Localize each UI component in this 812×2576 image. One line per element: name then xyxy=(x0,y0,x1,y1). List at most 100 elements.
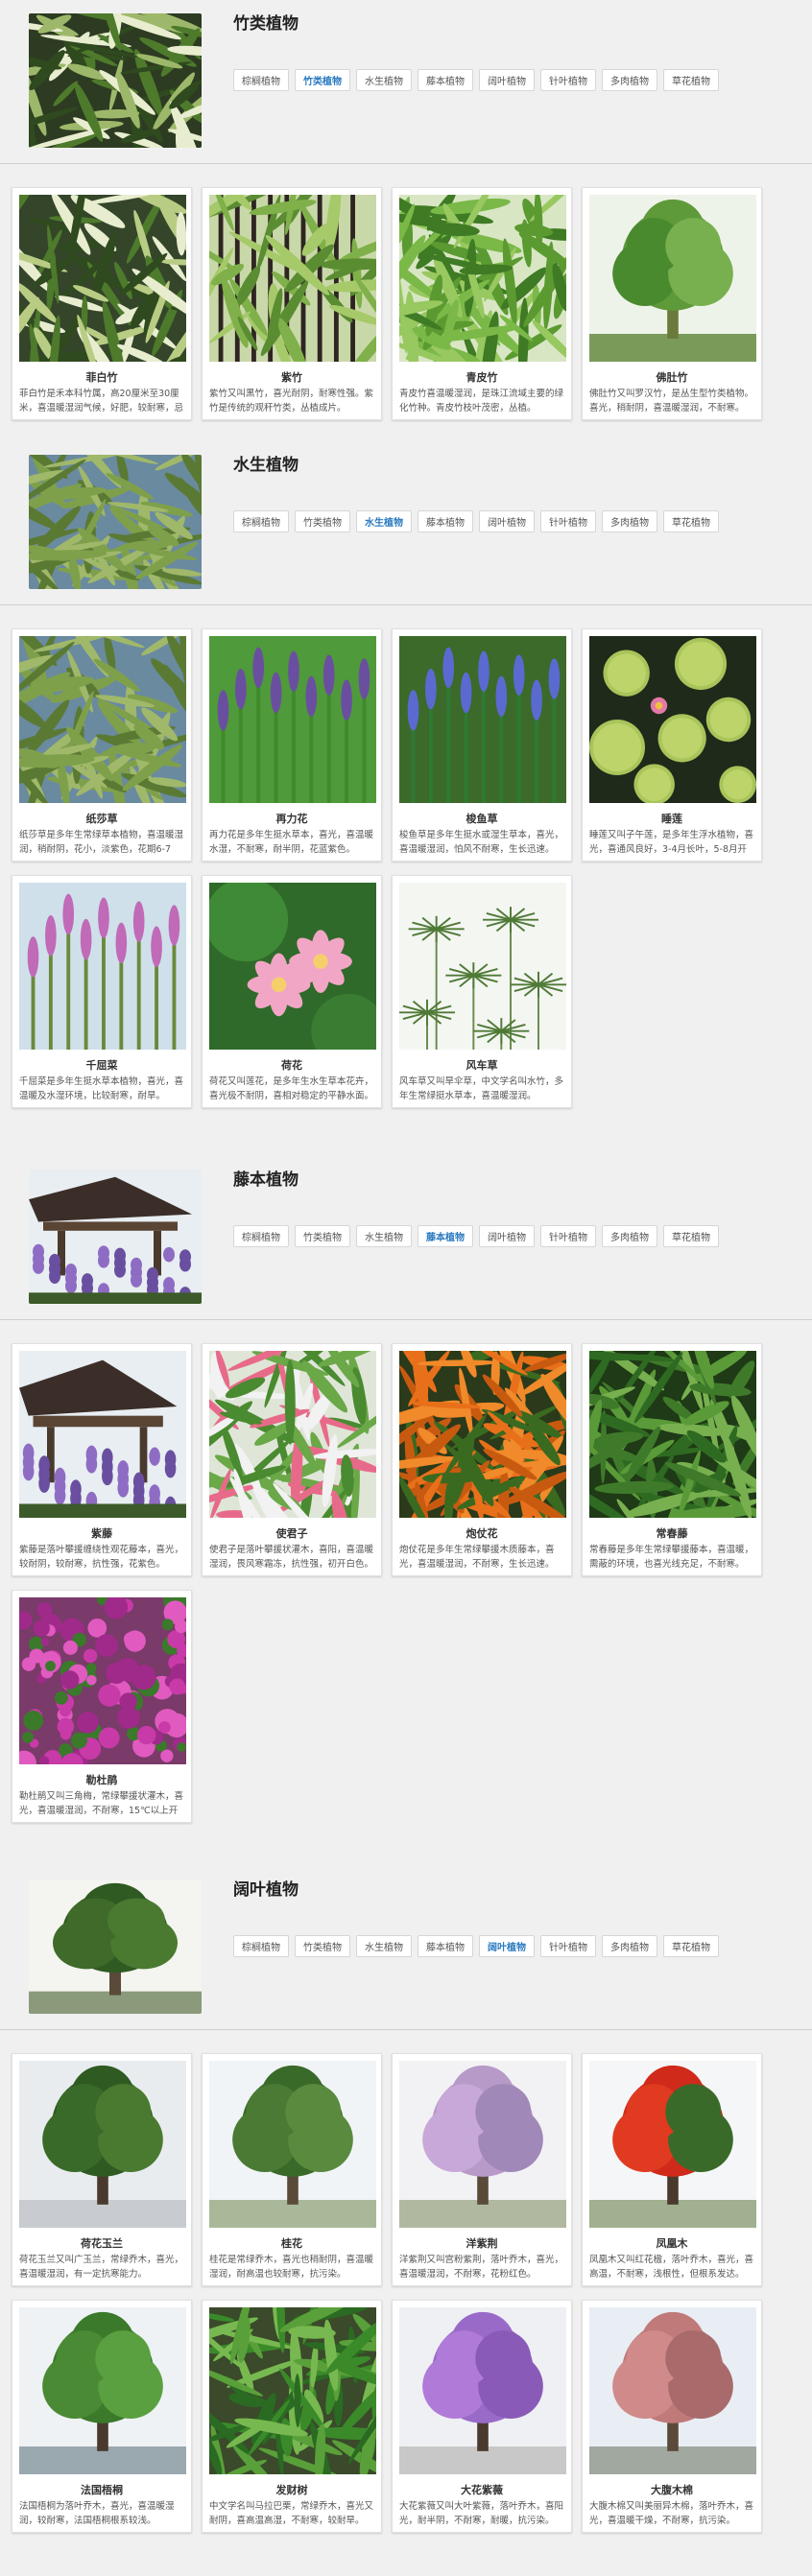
category-tag[interactable]: 水生植物 xyxy=(356,1225,412,1247)
plant-name[interactable]: 风车草 xyxy=(399,1057,564,1073)
plant-photo[interactable] xyxy=(399,636,566,803)
plant-card[interactable]: 发财树 中文学名叫马拉巴栗，常绿乔木，喜光又耐阴，喜高温高湿，不耐寒，较耐旱。 xyxy=(202,2300,382,2533)
plant-photo[interactable] xyxy=(209,1351,376,1518)
category-thumbnail[interactable] xyxy=(29,1170,202,1304)
plant-name[interactable]: 洋紫荆 xyxy=(399,2235,564,2251)
category-tag[interactable]: 竹类植物 xyxy=(295,1935,350,1957)
plant-name[interactable]: 大腹木棉 xyxy=(589,2482,754,2497)
plant-name[interactable]: 法国梧桐 xyxy=(19,2482,184,2497)
category-tag[interactable]: 竹类植物 xyxy=(295,69,350,91)
plant-card[interactable]: 炮仗花 炮仗花是多年生常绿攀援木质藤本，喜光，喜温暖湿润，不耐寒，生长迅速。 xyxy=(392,1343,572,1576)
category-thumbnail[interactable] xyxy=(29,455,202,589)
category-tag[interactable]: 多肉植物 xyxy=(602,1935,657,1957)
category-tag[interactable]: 草花植物 xyxy=(663,510,719,532)
category-tag[interactable]: 针叶植物 xyxy=(540,1225,596,1247)
category-tag[interactable]: 针叶植物 xyxy=(540,1935,596,1957)
plant-card[interactable]: 法国梧桐 法国梧桐为落叶乔木，喜光，喜温暖湿润，较耐寒，法国梧桐根系较浅。 xyxy=(12,2300,192,2533)
plant-photo[interactable] xyxy=(589,636,756,803)
category-tag[interactable]: 阔叶植物 xyxy=(479,1225,535,1247)
category-tag[interactable]: 藤本植物 xyxy=(418,69,473,91)
category-tag[interactable]: 竹类植物 xyxy=(295,1225,350,1247)
plant-name[interactable]: 大花紫薇 xyxy=(399,2482,564,2497)
plant-photo[interactable] xyxy=(399,2061,566,2228)
category-tag[interactable]: 水生植物 xyxy=(356,1935,412,1957)
plant-card[interactable]: 荷花 荷花又叫莲花，是多年生水生草本花卉，喜光极不耐阴，喜相对稳定的平静水面。 xyxy=(202,875,382,1108)
category-tag[interactable]: 竹类植物 xyxy=(295,510,350,532)
plant-name[interactable]: 荷花 xyxy=(209,1057,374,1073)
category-tag[interactable]: 藤本植物 xyxy=(418,510,473,532)
plant-card[interactable]: 凤凰木 凤凰木又叫红花楹，落叶乔木，喜光，喜高温，不耐寒，浅根性，但根系发达。 xyxy=(582,2053,762,2286)
category-tag[interactable]: 多肉植物 xyxy=(602,69,657,91)
plant-card[interactable]: 菲白竹 菲白竹是禾本科竹属，高20厘米至30厘米，喜温暖湿润气候，好肥，较耐寒，… xyxy=(12,187,192,420)
category-tag[interactable]: 阔叶植物 xyxy=(479,69,535,91)
plant-card[interactable]: 荷花玉兰 荷花玉兰又叫广玉兰，常绿乔木，喜光，喜温暖湿润，有一定抗寒能力。 xyxy=(12,2053,192,2286)
plant-photo[interactable] xyxy=(19,2307,186,2474)
plant-name[interactable]: 紫竹 xyxy=(209,369,374,385)
plant-photo[interactable] xyxy=(19,636,186,803)
category-tag[interactable]: 藤本植物 xyxy=(418,1225,473,1247)
plant-photo[interactable] xyxy=(19,2061,186,2228)
plant-photo[interactable] xyxy=(399,1351,566,1518)
plant-card[interactable]: 再力花 再力花是多年生挺水草本，喜光，喜温暖水湿，不耐寒，耐半阴，花蓝紫色。 xyxy=(202,628,382,862)
plant-photo[interactable] xyxy=(399,883,566,1050)
plant-card[interactable]: 千屈菜 千屈菜是多年生挺水草本植物，喜光，喜温暖及水湿环境，比较耐寒，耐旱。 xyxy=(12,875,192,1108)
plant-photo[interactable] xyxy=(589,1351,756,1518)
category-tag[interactable]: 阔叶植物 xyxy=(479,510,535,532)
plant-name[interactable]: 佛肚竹 xyxy=(589,369,754,385)
plant-card[interactable]: 佛肚竹 佛肚竹又叫罗汉竹，是丛生型竹类植物。喜光，稍耐阴，喜温暖湿润，不耐寒。 xyxy=(582,187,762,420)
category-tag[interactable]: 草花植物 xyxy=(663,69,719,91)
plant-photo[interactable] xyxy=(19,1351,186,1518)
plant-card[interactable]: 大腹木棉 大腹木棉又叫美丽异木棉，落叶乔木，喜光，喜温暖干燥，不耐寒，抗污染。 xyxy=(582,2300,762,2533)
plant-card[interactable]: 勒杜鹃 勒杜鹃又叫三角梅，常绿攀援状灌木，喜光，喜温暖湿润，不耐寒，15℃以上开… xyxy=(12,1590,192,1823)
plant-name[interactable]: 常春藤 xyxy=(589,1525,754,1541)
plant-photo[interactable] xyxy=(209,883,376,1050)
category-tag[interactable]: 多肉植物 xyxy=(602,510,657,532)
plant-name[interactable]: 紫藤 xyxy=(19,1525,184,1541)
plant-card[interactable]: 青皮竹 青皮竹喜温暖湿润，是珠江流域主要的绿化竹种。青皮竹枝叶茂密，丛植。 xyxy=(392,187,572,420)
plant-name[interactable]: 青皮竹 xyxy=(399,369,564,385)
category-tag[interactable]: 棕榈植物 xyxy=(233,1935,289,1957)
plant-photo[interactable] xyxy=(19,883,186,1050)
plant-card[interactable]: 纸莎草 纸莎草是多年生常绿草本植物，喜温暖湿润，稍耐阴，花小，淡紫色，花期6-7… xyxy=(12,628,192,862)
category-tag[interactable]: 藤本植物 xyxy=(418,1935,473,1957)
plant-card[interactable]: 紫藤 紫藤是落叶攀援缠绕性观花藤本，喜光，较耐阴，较耐寒，抗性强，花紫色。 xyxy=(12,1343,192,1576)
plant-name[interactable]: 桂花 xyxy=(209,2235,374,2251)
category-tag[interactable]: 水生植物 xyxy=(356,510,412,532)
plant-name[interactable]: 梭鱼草 xyxy=(399,811,564,826)
plant-name[interactable]: 再力花 xyxy=(209,811,374,826)
category-tag[interactable]: 阔叶植物 xyxy=(479,1935,535,1957)
plant-name[interactable]: 睡莲 xyxy=(589,811,754,826)
category-tag[interactable]: 多肉植物 xyxy=(602,1225,657,1247)
category-tag[interactable]: 针叶植物 xyxy=(540,69,596,91)
plant-card[interactable]: 梭鱼草 梭鱼草是多年生挺水或湿生草本，喜光，喜温暖湿润，怕风不耐寒，生长迅速。 xyxy=(392,628,572,862)
plant-name[interactable]: 纸莎草 xyxy=(19,811,184,826)
plant-photo[interactable] xyxy=(589,2061,756,2228)
plant-photo[interactable] xyxy=(19,195,186,362)
plant-photo[interactable] xyxy=(399,2307,566,2474)
plant-card[interactable]: 睡莲 睡莲又叫子午莲，是多年生浮水植物，喜光，喜通风良好，3-4月长叶，5-8月… xyxy=(582,628,762,862)
plant-name[interactable]: 荷花玉兰 xyxy=(19,2235,184,2251)
plant-name[interactable]: 炮仗花 xyxy=(399,1525,564,1541)
category-tag[interactable]: 棕榈植物 xyxy=(233,69,289,91)
plant-name[interactable]: 使君子 xyxy=(209,1525,374,1541)
plant-name[interactable]: 勒杜鹃 xyxy=(19,1772,184,1787)
category-tag[interactable]: 棕榈植物 xyxy=(233,510,289,532)
plant-card[interactable]: 桂花 桂花是常绿乔木，喜光也稍耐阴，喜温暖湿润，耐高温也较耐寒，抗污染。 xyxy=(202,2053,382,2286)
plant-name[interactable]: 千屈菜 xyxy=(19,1057,184,1073)
category-thumbnail[interactable] xyxy=(29,13,202,148)
plant-card[interactable]: 紫竹 紫竹又叫黑竹，喜光耐阴，耐寒性强。紫竹是传统的观秆竹类，丛植成片。 xyxy=(202,187,382,420)
category-tag[interactable]: 水生植物 xyxy=(356,69,412,91)
plant-photo[interactable] xyxy=(399,195,566,362)
plant-card[interactable]: 大花紫薇 大花紫薇又叫大叶紫薇，落叶乔木，喜阳光，耐半阴，不耐寒，耐暖，抗污染。 xyxy=(392,2300,572,2533)
plant-name[interactable]: 发财树 xyxy=(209,2482,374,2497)
plant-name[interactable]: 凤凰木 xyxy=(589,2235,754,2251)
category-tag[interactable]: 草花植物 xyxy=(663,1225,719,1247)
plant-photo[interactable] xyxy=(19,1597,186,1764)
plant-photo[interactable] xyxy=(589,2307,756,2474)
category-tag[interactable]: 针叶植物 xyxy=(540,510,596,532)
plant-card[interactable]: 洋紫荆 洋紫荆又叫宫粉紫荆，落叶乔木，喜光，喜温暖湿润，不耐寒，花粉红色。 xyxy=(392,2053,572,2286)
plant-photo[interactable] xyxy=(209,2307,376,2474)
plant-photo[interactable] xyxy=(209,195,376,362)
plant-card[interactable]: 使君子 使君子是落叶攀援状灌木，喜阳，喜温暖湿润，畏风寒霜冻，抗性强，初开白色。 xyxy=(202,1343,382,1576)
plant-photo[interactable] xyxy=(209,636,376,803)
